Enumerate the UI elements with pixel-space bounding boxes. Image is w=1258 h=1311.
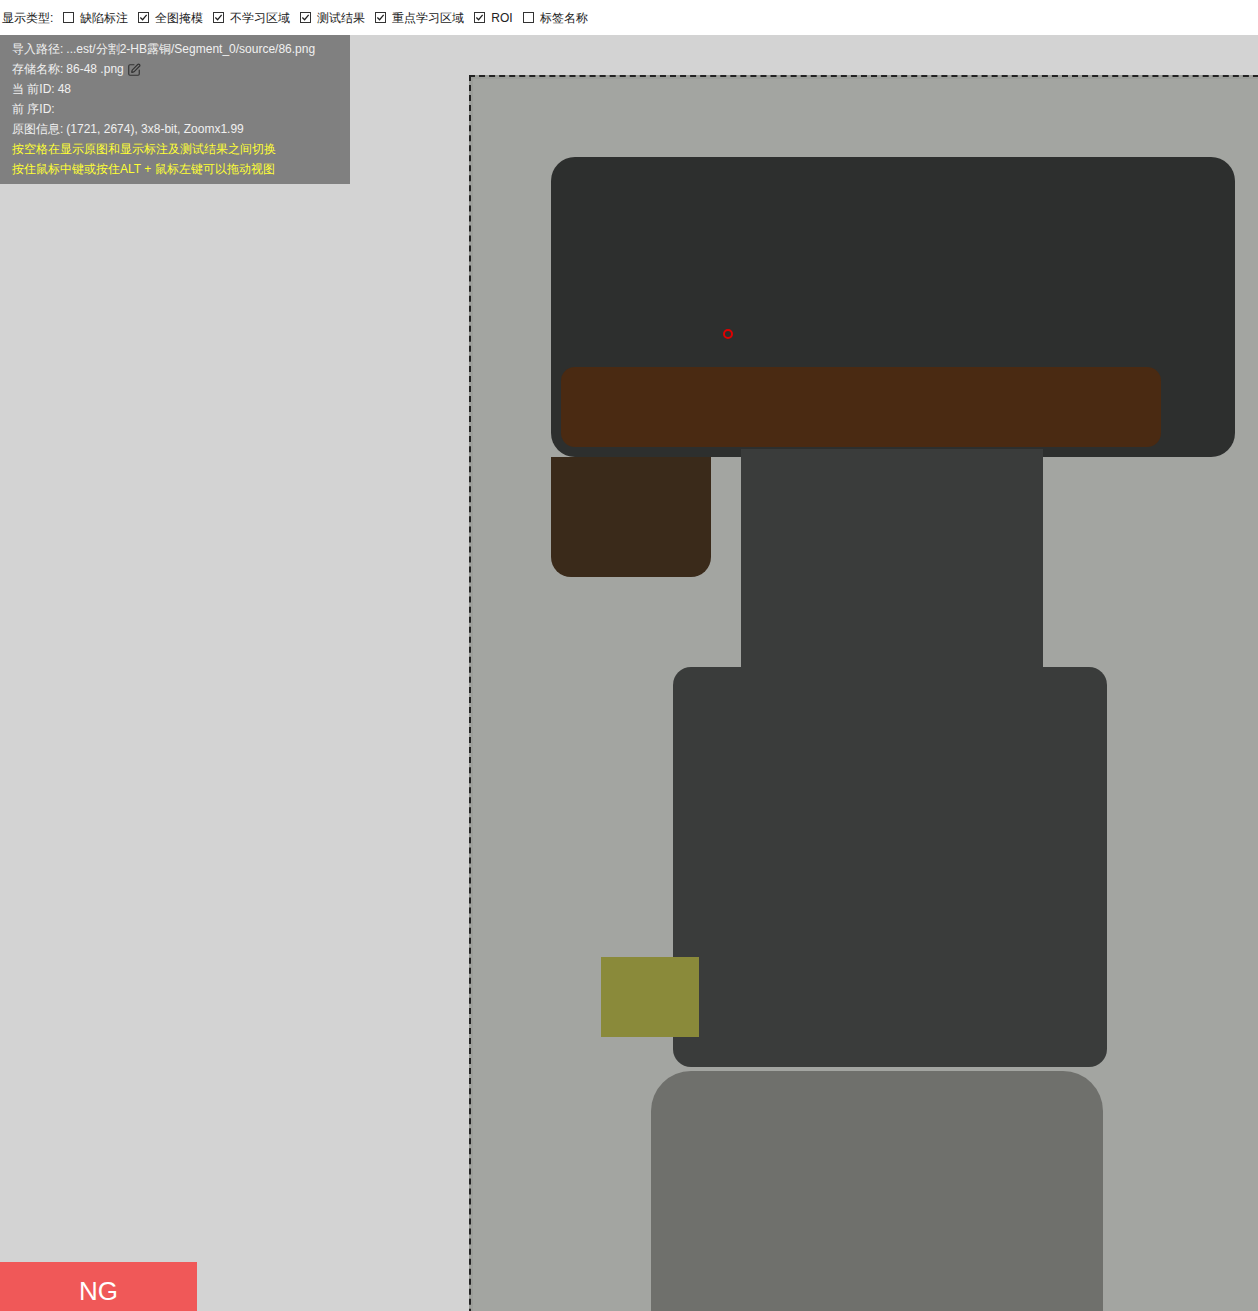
hint-line: 按空格在显示原图和显示标注及测试结果之间切换 — [12, 141, 338, 158]
photo — [473, 79, 1258, 1311]
checkbox[interactable] — [523, 12, 534, 23]
display-option[interactable]: ROI — [474, 9, 512, 27]
hint-line: 按住鼠标中键或按住ALT + 鼠标左键可以拖动视图 — [12, 161, 338, 178]
info-line: 存储名称:86-48 .png — [12, 61, 338, 78]
display-option[interactable]: 标签名称 — [523, 9, 588, 27]
display-option[interactable]: 重点学习区域 — [375, 9, 464, 27]
checkbox[interactable] — [300, 12, 311, 23]
display-option[interactable]: 缺陷标注 — [63, 9, 128, 27]
checkbox[interactable] — [138, 12, 149, 23]
defect-marker[interactable] — [723, 329, 733, 339]
app: 显示类型: 缺陷标注全图掩模不学习区域测试结果重点学习区域 ROI 标签名称导入路径:… — [0, 0, 1258, 1311]
info-line: 当 前ID:48 — [12, 81, 338, 98]
check-icon — [376, 13, 385, 22]
check-icon — [301, 13, 310, 22]
info-panel: 导入路径:...est/分割2-HB露铜/Segment_0/source/86… — [0, 35, 350, 184]
display-option[interactable]: 测试结果 — [300, 9, 365, 27]
edit-icon[interactable] — [127, 63, 141, 77]
checkbox[interactable] — [213, 12, 224, 23]
checkbox[interactable] — [63, 12, 74, 23]
checkbox[interactable] — [375, 12, 386, 23]
result-badge: NG — [0, 1262, 197, 1311]
toolbar: 显示类型: 缺陷标注全图掩模不学习区域测试结果重点学习区域 ROI 标签名称 — [0, 0, 1258, 35]
checkbox[interactable] — [474, 12, 485, 23]
workspace: 导入路径:...est/分割2-HB露铜/Segment_0/source/86… — [0, 35, 1258, 1311]
toolbar-label: 显示类型: — [2, 9, 53, 27]
image-canvas[interactable] — [469, 75, 1258, 1311]
check-icon — [139, 13, 148, 22]
info-line: 导入路径:...est/分割2-HB露铜/Segment_0/source/86… — [12, 41, 338, 58]
display-option[interactable]: 不学习区域 — [213, 9, 290, 27]
display-option[interactable]: 全图掩模 — [138, 9, 203, 27]
check-icon — [214, 13, 223, 22]
check-icon — [475, 13, 484, 22]
info-line: 原图信息:(1721, 2674), 3x8-bit, Zoomx1.99 — [12, 121, 338, 138]
info-line: 前 序ID: — [12, 101, 338, 118]
